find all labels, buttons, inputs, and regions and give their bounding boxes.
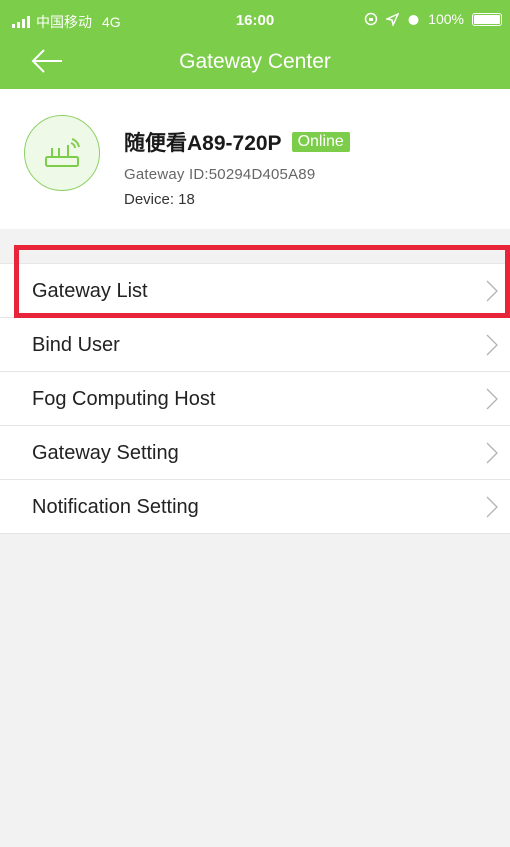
status-bar: 中国移动 4G 16:00 100% (0, 0, 510, 34)
menu-item-notification-setting[interactable]: Notification Setting (0, 480, 510, 534)
page-title: Gateway Center (179, 50, 331, 73)
chevron-right-icon (486, 442, 498, 464)
chevron-right-icon (486, 388, 498, 410)
chevron-right-icon (486, 496, 498, 518)
chevron-right-icon (486, 334, 498, 356)
header-bar: 中国移动 4G 16:00 100% Gateway Center (0, 0, 510, 89)
battery-percent: 100% (428, 11, 464, 27)
battery-icon (472, 12, 502, 26)
gateway-id: Gateway ID:50294D405A89 (124, 166, 316, 183)
gateway-info-card: 随便看A89-720P Online Gateway ID:50294D405A… (0, 89, 510, 229)
nav-bar: Gateway Center (0, 34, 510, 89)
status-right: 100% (364, 11, 502, 27)
lock-rotation-icon (364, 12, 378, 26)
status-badge: Online (291, 132, 350, 152)
menu-item-gateway-setting[interactable]: Gateway Setting (0, 426, 510, 480)
settings-menu: Gateway List Bind User Fog Computing Hos… (0, 263, 510, 534)
router-icon (44, 137, 80, 167)
location-icon (386, 12, 400, 26)
menu-item-label: Gateway List (32, 280, 148, 302)
menu-item-label: Gateway Setting (32, 442, 179, 464)
menu-item-label: Fog Computing Host (32, 388, 216, 410)
menu-item-fog-computing-host[interactable]: Fog Computing Host (0, 372, 510, 426)
menu-item-label: Bind User (32, 334, 120, 356)
gateway-name: 随便看A89-720P (124, 132, 282, 155)
gateway-device-count: Device: 18 (124, 191, 195, 208)
alarm-icon (408, 14, 419, 25)
gateway-avatar (24, 115, 100, 191)
menu-item-bind-user[interactable]: Bind User (0, 318, 510, 372)
chevron-right-icon (486, 280, 498, 302)
gateway-center-screen: 中国移动 4G 16:00 100% Gateway Center 随便看A89… (0, 0, 510, 847)
menu-item-label: Notification Setting (32, 496, 199, 518)
gateway-name-row: 随便看A89-720P Online (124, 127, 350, 157)
menu-item-gateway-list[interactable]: Gateway List (0, 264, 510, 318)
